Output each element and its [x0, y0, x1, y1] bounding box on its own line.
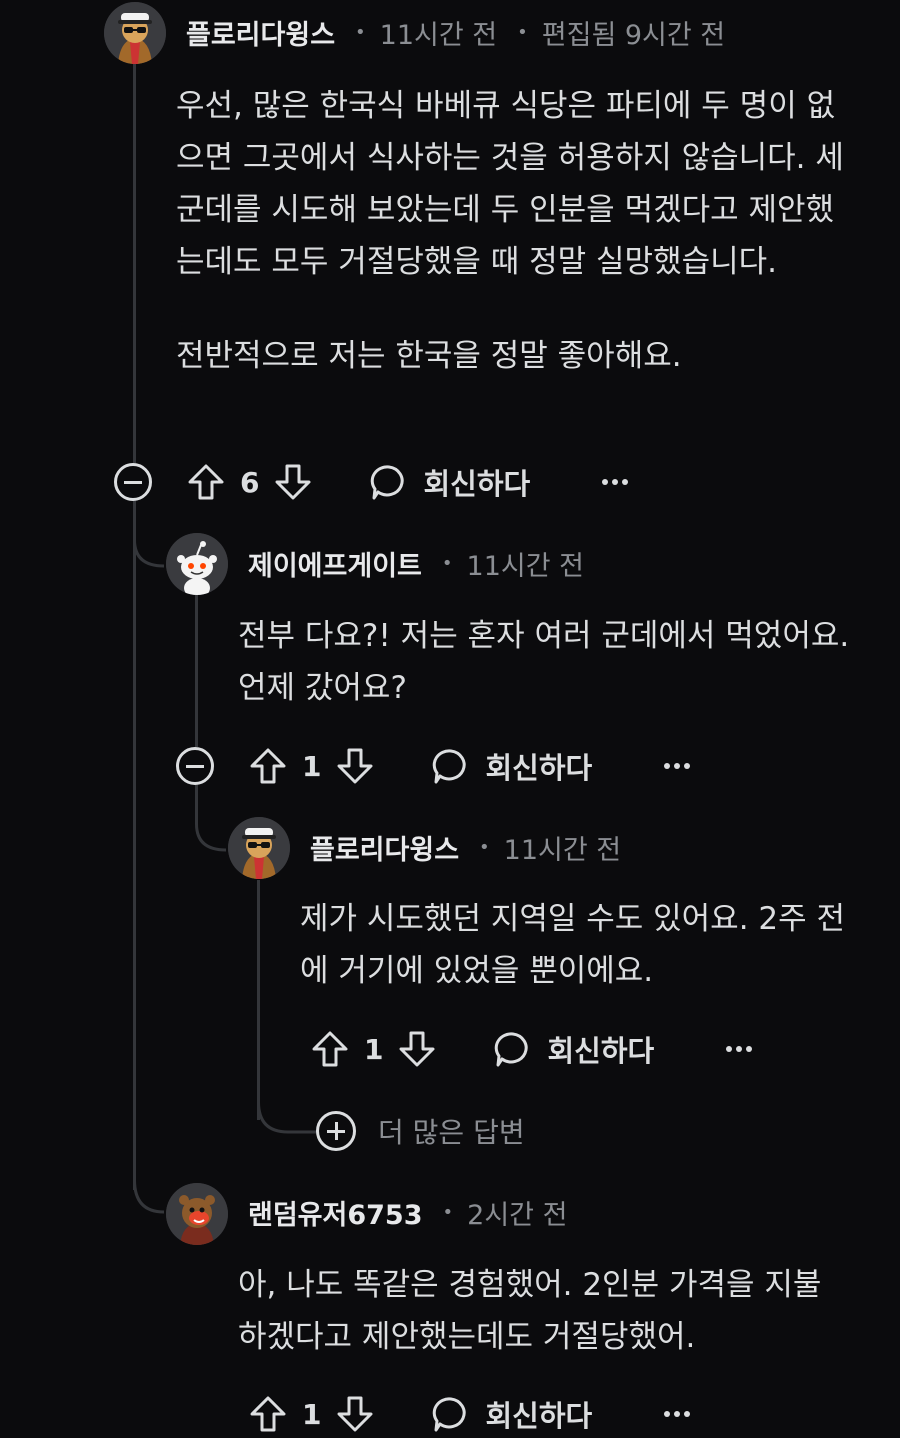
author-name[interactable]: 플로리다윙스 — [186, 13, 335, 52]
downvote-icon[interactable] — [273, 462, 313, 502]
comment-bubble-icon — [493, 1029, 533, 1069]
reply-button[interactable]: 회신하다 — [431, 1393, 592, 1435]
reply-button[interactable]: 회신하다 — [493, 1028, 654, 1070]
comment-actions: 6 회신하다 — [186, 458, 630, 506]
comment-paragraph: 제가 시도했던 지역일 수도 있어요. 2주 전에 거기에 있었을 뿐이에요. — [300, 901, 846, 989]
edited-label: 편집됨 9시간 전 — [541, 19, 726, 51]
author-name[interactable]: 플로리다윙스 — [310, 828, 459, 867]
reddit-snoo-avatar-icon — [166, 533, 228, 595]
comment-time: 11시간 전 — [466, 550, 584, 582]
comment-body: 전부 다요?! 저는 혼자 여러 군데에서 먹었어요. 언제 갔어요? — [238, 610, 858, 714]
minus-icon — [186, 764, 204, 768]
thread-curve-3 — [195, 784, 227, 852]
vote-count: 1 — [364, 1032, 384, 1066]
comment-bubble-icon — [369, 462, 409, 502]
comment-time: 11시간 전 — [379, 19, 498, 51]
more-replies-label: 더 많은 답변 — [378, 1116, 525, 1149]
collapse-thread-button[interactable] — [176, 747, 214, 785]
comment-paragraph: 전부 다요?! 저는 혼자 여러 군데에서 먹었어요. 언제 갔어요? — [238, 618, 850, 706]
sunglasses-cap-avatar-icon — [228, 817, 290, 879]
reply-label: 회신하다 — [547, 1034, 655, 1068]
comment-actions: 1 회신하다 — [248, 742, 692, 790]
comment-bubble-icon — [431, 1394, 471, 1434]
upvote-icon[interactable] — [248, 746, 288, 786]
avatar[interactable] — [228, 817, 290, 879]
meta-separator: • — [355, 21, 366, 43]
more-replies-button[interactable]: 더 많은 답변 — [316, 1111, 525, 1151]
downvote-icon[interactable] — [335, 746, 375, 786]
comment-paragraph: 전반적으로 저는 한국을 정말 좋아해요. — [176, 338, 682, 374]
upvote-icon[interactable] — [248, 1394, 288, 1434]
reply-label: 회신하다 — [485, 1399, 593, 1433]
avatar[interactable] — [104, 2, 166, 64]
avatar[interactable] — [166, 1183, 228, 1245]
comment-meta: 랜덤유저6753 • 2시간 전 — [248, 1192, 567, 1232]
thread-line-level-1 — [133, 64, 136, 464]
more-options-icon[interactable] — [662, 1409, 692, 1419]
vote-count: 1 — [302, 749, 322, 783]
comment-actions: 1 회신하다 — [248, 1390, 692, 1438]
comment-paragraph: 아, 나도 똑같은 경험했어. 2인분 가격을 지불하겠다고 제안했는데도 거절… — [238, 1267, 822, 1355]
more-options-icon[interactable] — [662, 761, 692, 771]
thread-curve-more — [257, 1080, 320, 1134]
vote-count: 6 — [240, 465, 260, 499]
author-name[interactable]: 제이에프게이트 — [248, 544, 422, 583]
comment-paragraph: 우선, 많은 한국식 바베큐 식당은 파티에 두 명이 없으면 그곳에서 식사하… — [176, 88, 844, 280]
meta-separator: • — [479, 836, 490, 858]
author-name[interactable]: 랜덤유저6753 — [248, 1193, 423, 1232]
reply-button[interactable]: 회신하다 — [431, 745, 592, 787]
reply-button[interactable]: 회신하다 — [369, 461, 530, 503]
meta-separator: • — [441, 552, 453, 574]
thread-line-level-1-lower — [133, 500, 136, 1190]
downvote-icon[interactable] — [397, 1029, 437, 1069]
comment-time: 2시간 전 — [467, 1199, 568, 1231]
meta-separator: • — [442, 1201, 454, 1223]
collapse-thread-button[interactable] — [114, 463, 152, 501]
comment-meta: 제이에프게이트 • 11시간 전 — [248, 543, 584, 583]
sunglasses-cap-avatar-icon — [104, 2, 166, 64]
plus-icon — [316, 1111, 356, 1151]
comment-actions: 1 회신하다 — [310, 1025, 754, 1073]
comment-meta: 플로리다윙스 • 11시간 전 — [310, 827, 621, 867]
minus-icon — [124, 480, 142, 484]
downvote-icon[interactable] — [335, 1394, 375, 1434]
more-options-icon[interactable] — [600, 477, 630, 487]
reply-label: 회신하다 — [485, 751, 593, 785]
comment-meta: 플로리다윙스 • 11시간 전 • 편집됨 9시간 전 — [186, 12, 725, 52]
bear-avatar-icon — [166, 1183, 228, 1245]
reply-label: 회신하다 — [423, 467, 531, 501]
thread-curve-2 — [133, 500, 165, 568]
comment-body: 우선, 많은 한국식 바베큐 식당은 파티에 두 명이 없으면 그곳에서 식사하… — [176, 80, 856, 382]
thread-curve-4 — [133, 1150, 165, 1214]
upvote-icon[interactable] — [310, 1029, 350, 1069]
comment-body: 아, 나도 똑같은 경험했어. 2인분 가격을 지불하겠다고 제안했는데도 거절… — [238, 1259, 838, 1363]
comment-time: 11시간 전 — [503, 834, 622, 866]
thread-line-level-2 — [195, 595, 198, 747]
vote-count: 1 — [302, 1397, 322, 1431]
upvote-icon[interactable] — [186, 462, 226, 502]
meta-separator: • — [517, 21, 528, 43]
comment-bubble-icon — [431, 746, 471, 786]
more-options-icon[interactable] — [724, 1044, 754, 1054]
avatar[interactable] — [166, 533, 228, 595]
comment-body: 제가 시도했던 지역일 수도 있어요. 2주 전에 거기에 있었을 뿐이에요. — [300, 893, 860, 997]
